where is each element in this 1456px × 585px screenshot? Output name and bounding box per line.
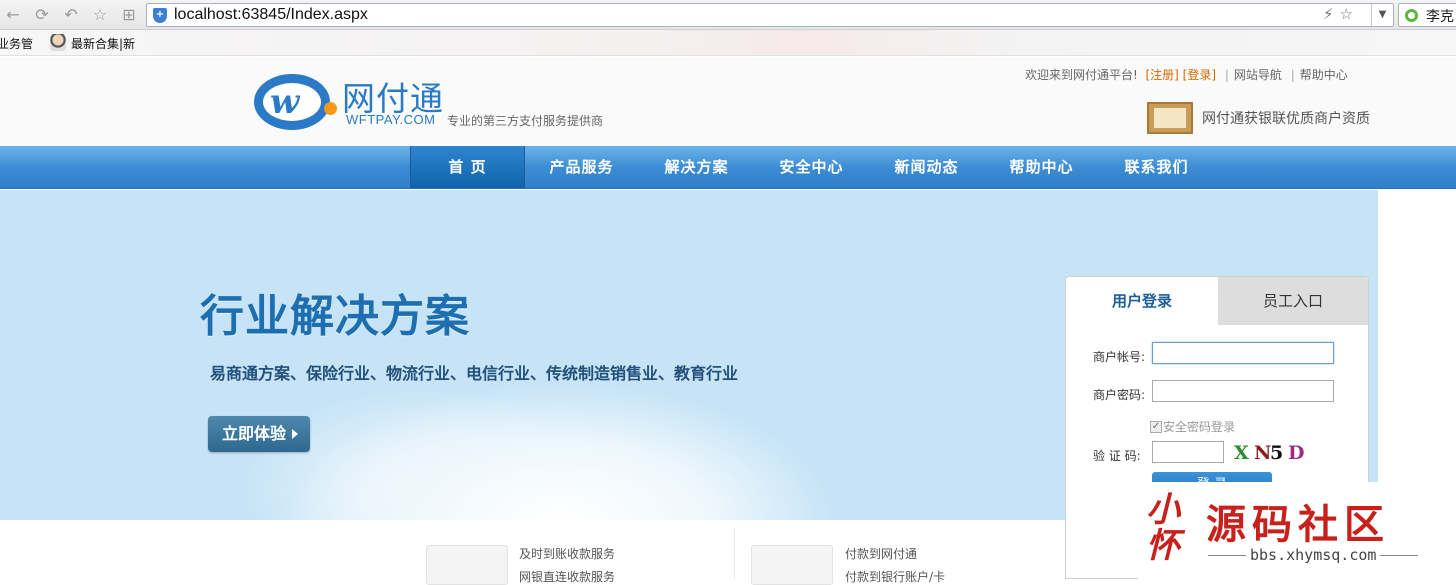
certificate-text[interactable]: 网付通获银联优质商户资质 (1202, 108, 1370, 128)
logo-letter: w (270, 82, 300, 122)
search-box[interactable]: 李克 (1398, 3, 1456, 27)
nav-solutions[interactable]: 解决方案 (639, 146, 754, 188)
secure-login-checkbox[interactable]: ✓ (1150, 421, 1162, 433)
try-now-button[interactable]: 立即体验 (208, 416, 310, 452)
try-now-label: 立即体验 (222, 424, 287, 443)
nav-products[interactable]: 产品服务 (524, 146, 639, 188)
tab-user-login[interactable]: 用户登录 (1066, 277, 1218, 325)
nav-contact[interactable]: 联系我们 (1099, 146, 1214, 188)
apps-grid-icon[interactable]: ⊞ (118, 5, 140, 25)
collect-service-icon[interactable] (426, 545, 508, 585)
arrow-right-icon (292, 429, 298, 439)
bookmark-item[interactable]: 最新合集|新 (71, 35, 135, 52)
watermark-title: 源码社区 (1206, 502, 1390, 548)
secure-login-label: 安全密码登录 (1163, 420, 1236, 434)
address-dropdown-icon[interactable]: ▼ (1371, 4, 1393, 26)
bookmark-item[interactable]: 业务管 (0, 35, 33, 52)
password-label: 商户密码: (1093, 388, 1146, 402)
site-nav-link[interactable]: 网站导航 (1234, 68, 1282, 82)
service-title[interactable]: 网银直连收款服务 (519, 568, 615, 585)
favorite-star-icon[interactable]: ☆ (89, 5, 111, 25)
watermark-seal: 小 怀 (1146, 490, 1180, 566)
url-text[interactable]: localhost:63845/Index.aspx (174, 5, 368, 25)
watermark-site: bbs.xhymsq.com (1250, 546, 1377, 564)
slogan: 专业的第三方支付服务提供商 (447, 114, 604, 128)
logo-dot (324, 102, 337, 115)
logo-domain: WFTPAY.COM (346, 112, 436, 127)
account-label: 商户帐号: (1093, 350, 1146, 364)
divider (734, 528, 735, 579)
service-title[interactable]: 付款到银行账户/卡 (845, 568, 945, 585)
search-text[interactable]: 李克 (1426, 6, 1454, 26)
certificate-icon (1147, 102, 1193, 134)
address-bar[interactable]: + localhost:63845/Index.aspx ⚡☆ ▼ (146, 3, 1394, 27)
help-link[interactable]: 帮助中心 (1300, 68, 1348, 82)
password-input[interactable] (1152, 380, 1334, 402)
account-input[interactable] (1152, 342, 1334, 364)
browser-toolbar: ← ⟳ ↶ ☆ ⊞ + localhost:63845/Index.aspx ⚡… (0, 0, 1456, 30)
captcha-char: X (1234, 442, 1251, 464)
refresh-icon[interactable]: ⟳ (31, 5, 53, 25)
watermark: 小 怀 源码社区 bbs.xhymsq.com (1138, 482, 1456, 579)
login-link[interactable]: [登录] (1183, 68, 1216, 82)
service-title[interactable]: 及时到账收款服务 (519, 545, 615, 562)
back-icon[interactable]: ← (2, 5, 24, 25)
captcha-char: 5 (1270, 442, 1286, 464)
banner-subtitle: 易商通方案、保险行业、物流行业、电信行业、传统制造销售业、教育行业 (210, 364, 739, 383)
captcha-label: 验 证 码: (1093, 449, 1141, 463)
search-engine-icon (1405, 9, 1418, 22)
banner-title: 行业解决方案 (200, 291, 470, 342)
undo-icon[interactable]: ↶ (60, 5, 82, 25)
avatar-icon (50, 34, 66, 51)
captcha-image[interactable]: X N 5 D (1232, 441, 1310, 467)
top-links: 欢迎来到网付通平台! [注册] [登录] | 网站导航 | 帮助中心 (1025, 68, 1348, 82)
service-title[interactable]: 付款到网付通 (845, 545, 917, 562)
payment-service-icon[interactable] (751, 545, 833, 585)
welcome-text: 欢迎来到网付通平台! (1025, 68, 1138, 82)
captcha-input[interactable] (1152, 441, 1224, 463)
nav-security[interactable]: 安全中心 (754, 146, 869, 188)
tab-staff-login[interactable]: 员工入口 (1218, 277, 1368, 325)
bookmarks-bar: 业务管 最新合集|新 (0, 30, 1456, 56)
nav-news[interactable]: 新闻动态 (869, 146, 984, 188)
shield-icon: + (153, 8, 167, 23)
bookmark-star-icon[interactable]: ☆ (1340, 5, 1359, 23)
nav-help[interactable]: 帮助中心 (984, 146, 1099, 188)
register-link[interactable]: [注册] (1145, 68, 1178, 82)
main-nav: 首 页 产品服务 解决方案 安全中心 新闻动态 帮助中心 联系我们 (0, 146, 1456, 189)
lightning-icon[interactable]: ⚡ (1323, 5, 1340, 23)
nav-home[interactable]: 首 页 (410, 146, 525, 188)
captcha-char: D (1288, 442, 1307, 464)
